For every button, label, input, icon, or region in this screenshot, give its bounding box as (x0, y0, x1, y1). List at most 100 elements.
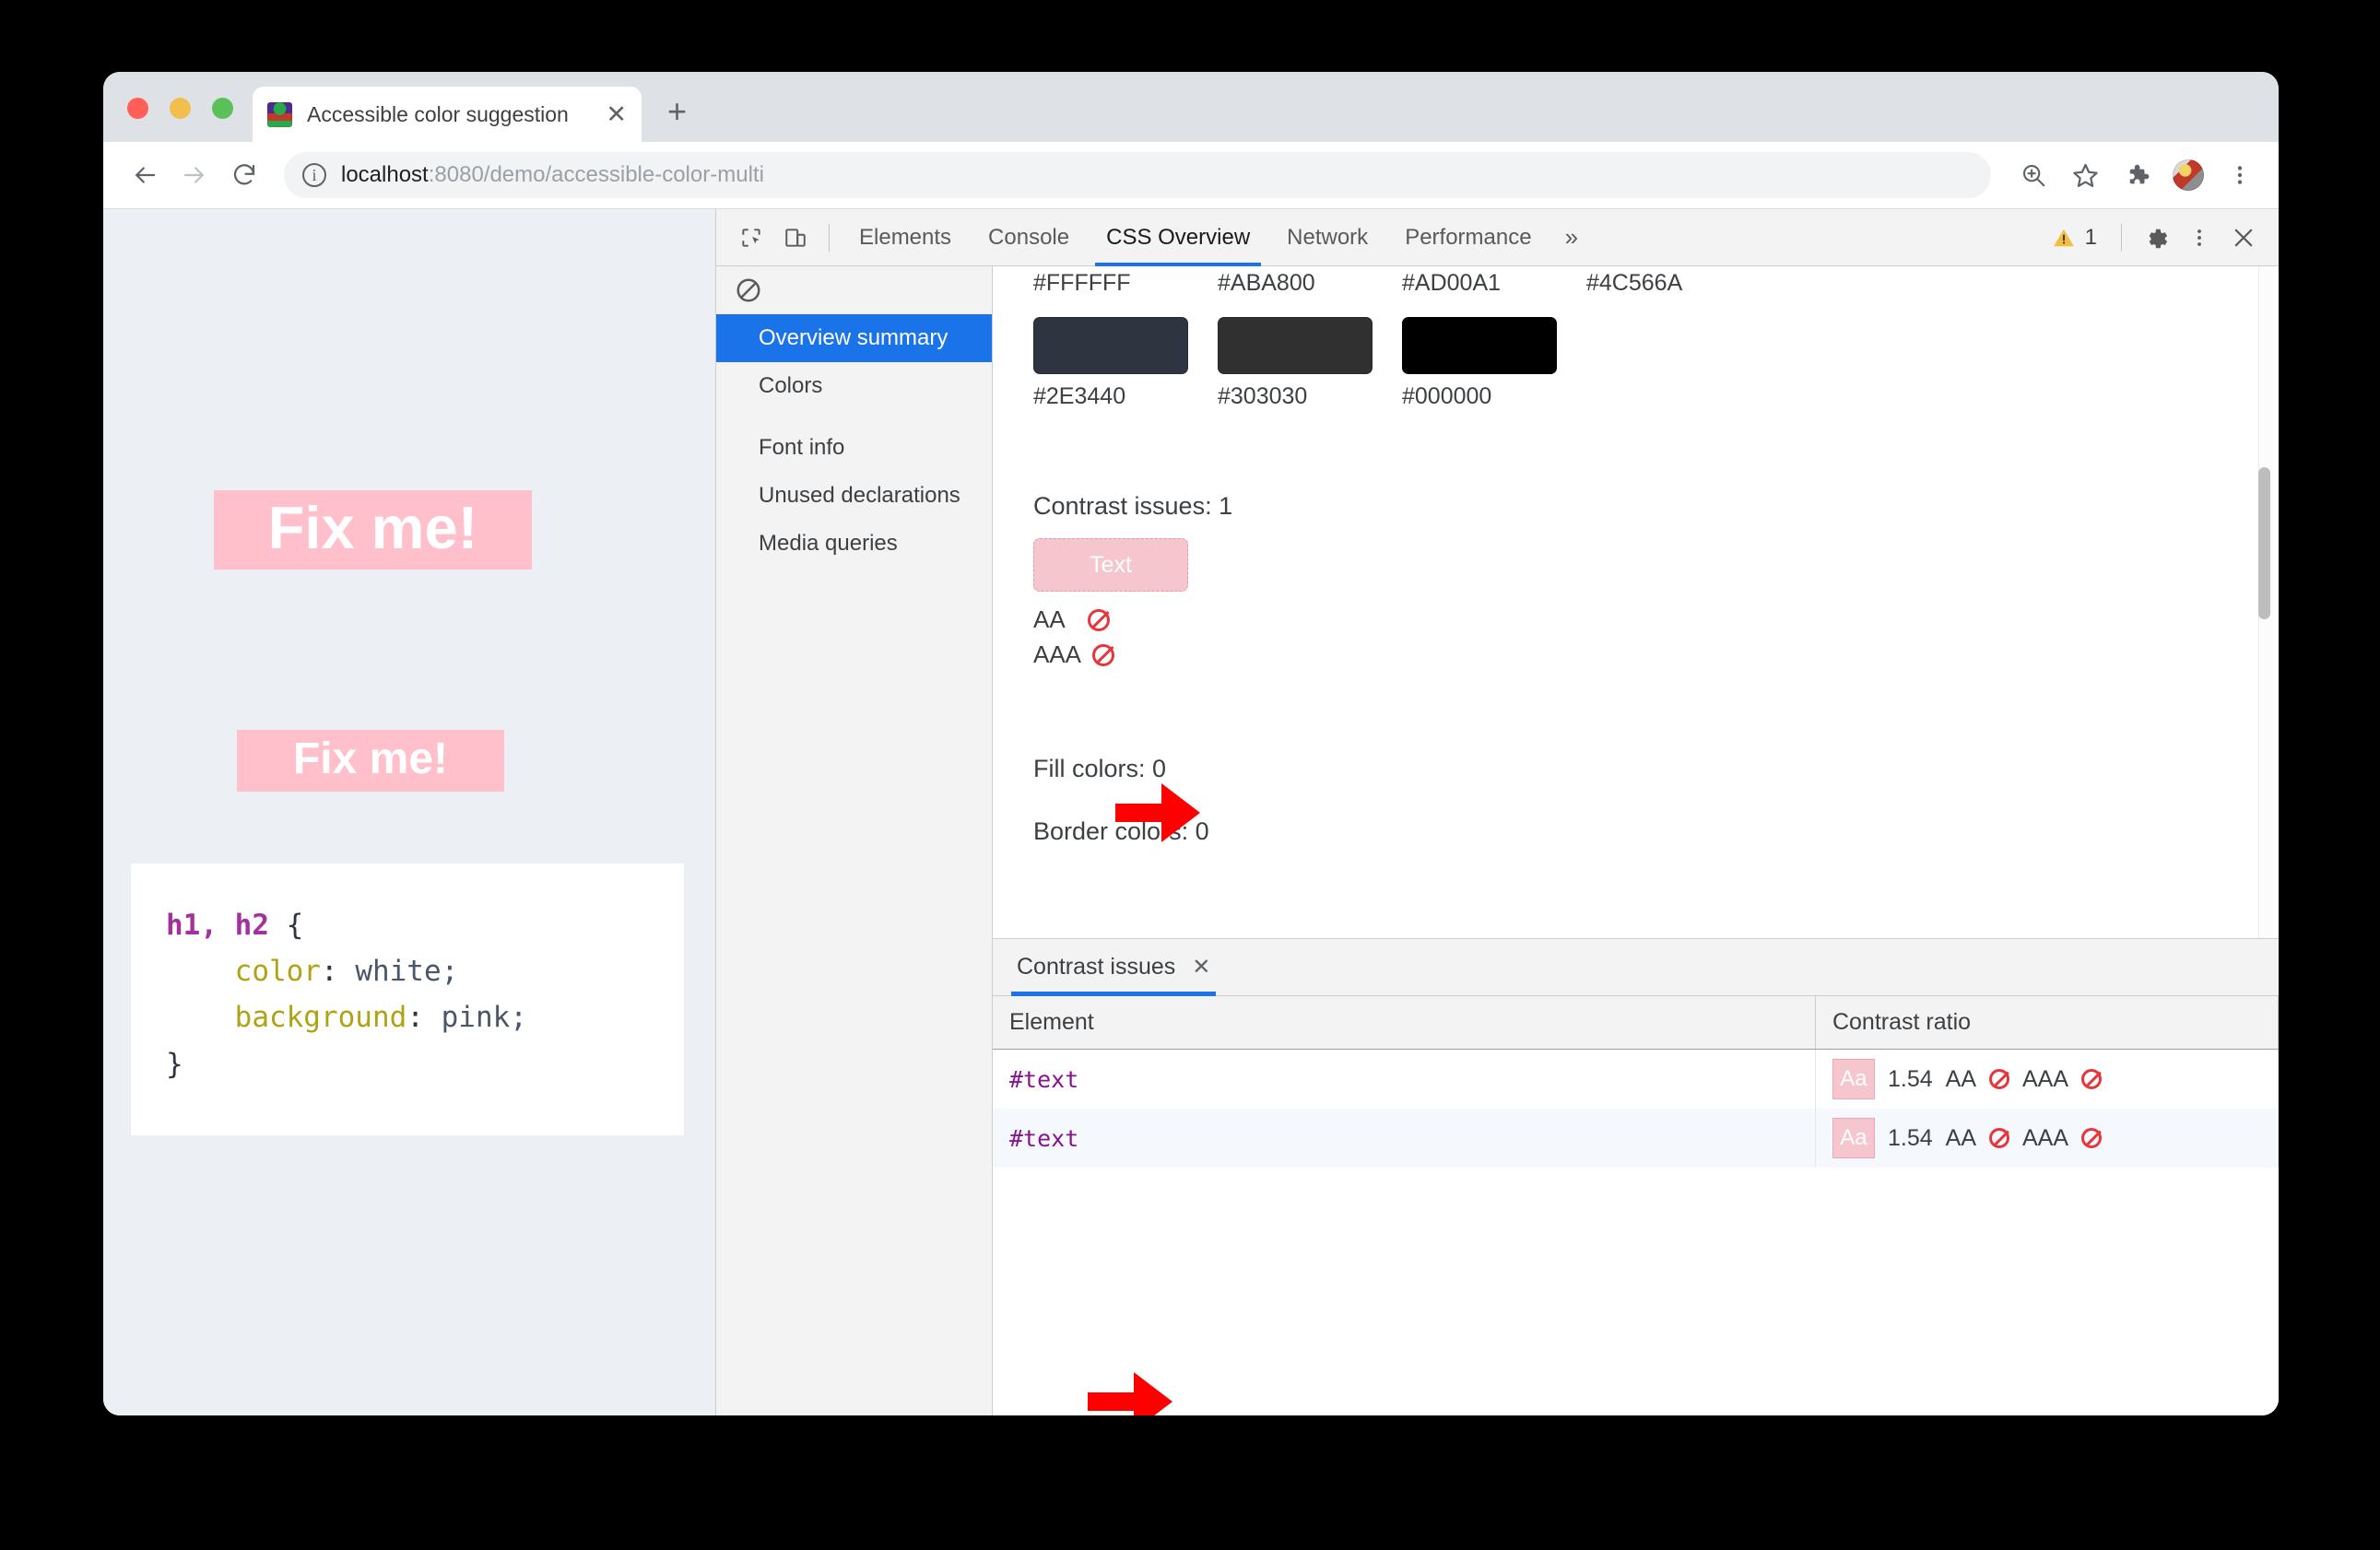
extensions-puzzle-icon[interactable] (2111, 149, 2162, 201)
column-header-element[interactable]: Element (993, 996, 1816, 1050)
browser-tab-strip: Accessible color suggestion ✕ + (103, 72, 2279, 142)
contrast-text-sample[interactable]: Text (1033, 538, 1188, 592)
sidebar-item-unused-declarations[interactable]: Unused declarations (716, 472, 992, 520)
forward-icon[interactable] (170, 150, 219, 200)
tab-title: Accessible color suggestion (307, 101, 569, 126)
bookmark-star-icon[interactable] (2059, 149, 2111, 201)
tab-console[interactable]: Console (970, 209, 1088, 266)
contrast-issues-table: Element Contrast ratio #text Aa 1.54 AA … (993, 996, 2279, 1168)
avatar-image (2173, 159, 2204, 191)
contrast-preview-swatch: Aa (1832, 1118, 1875, 1158)
swatch-row-top: #FFFFFF #ABA800 #AD00A1 #4C566A (1033, 266, 2047, 297)
address-bar[interactable]: i localhost:8080/demo/accessible-color-m… (284, 152, 1991, 198)
zoom-in-icon[interactable] (2008, 149, 2059, 201)
color-hex-label: #FFFFFF (1033, 270, 1131, 296)
table-row[interactable]: #text Aa 1.54 AA AAA (993, 1049, 2279, 1109)
color-swatch-cell[interactable]: #000000 (1402, 317, 1559, 410)
devtools-menu-icon[interactable] (2177, 217, 2221, 259)
fail-icon (2081, 1069, 2103, 1089)
color-hex-label: #303030 (1218, 383, 1308, 409)
color-swatch-cell[interactable]: #AD00A1 (1402, 266, 1559, 297)
browser-tab[interactable]: Accessible color suggestion ✕ (253, 87, 642, 142)
avatar[interactable] (2162, 149, 2214, 201)
code-sample-card: h1, h2 { color: white; background: pink;… (131, 863, 684, 1135)
aa-label: AA (1945, 1065, 1976, 1092)
viewport-and-devtools: Fix me! Fix me! h1, h2 { color: white; b… (103, 208, 2279, 1415)
contrast-issues-count: Contrast issues: 1 (1033, 492, 1233, 520)
code-value-white: white; (355, 955, 459, 989)
close-icon[interactable]: ✕ (606, 101, 627, 127)
table-header-row: Element Contrast ratio (993, 996, 2279, 1050)
dinosaur-favicon (267, 101, 292, 127)
fail-icon (1087, 608, 1110, 631)
code-value-pink: pink; (441, 1001, 527, 1035)
overview-scrollbar-thumb[interactable] (2258, 467, 2270, 619)
close-icon[interactable]: ✕ (1192, 954, 1210, 980)
arrow-pointing-to-text-sample (1115, 783, 1200, 842)
address-bar-url: localhost:8080/demo/accessible-color-mul… (341, 162, 764, 188)
fail-icon (2081, 1128, 2103, 1148)
maximize-window-button[interactable] (212, 98, 233, 119)
device-toolbar-icon[interactable] (773, 217, 818, 259)
color-swatch-cell[interactable]: #FFFFFF (1033, 266, 1190, 297)
color-swatch-cell[interactable]: #ABA800 (1218, 266, 1374, 297)
color-swatch-cell[interactable]: #303030 (1218, 317, 1374, 410)
browser-toolbar: i localhost:8080/demo/accessible-color-m… (103, 142, 2279, 208)
css-code-block: h1, h2 { color: white; background: pink;… (131, 863, 684, 1087)
close-icon[interactable] (2221, 217, 2266, 259)
toolbar-divider (829, 223, 830, 252)
aaa-label: AAA (1033, 640, 1082, 668)
cell-element[interactable]: #text (993, 1049, 1816, 1109)
url-host: localhost (341, 162, 429, 187)
color-hex-label: #2E3440 (1033, 383, 1126, 409)
color-chip[interactable] (1402, 317, 1557, 374)
color-chip[interactable] (1218, 317, 1373, 374)
warning-badge[interactable]: 1 (2039, 225, 2110, 251)
site-info-icon[interactable]: i (302, 163, 326, 187)
page-viewport: Fix me! Fix me! h1, h2 { color: white; b… (103, 209, 715, 1415)
sidebar-item-font-info[interactable]: Font info (716, 424, 992, 472)
code-colon-1: : (320, 955, 356, 989)
tab-network[interactable]: Network (1268, 209, 1386, 266)
column-header-contrast-ratio[interactable]: Contrast ratio (1815, 996, 2279, 1050)
color-chip[interactable] (1033, 317, 1188, 374)
code-property-background: background (234, 1001, 407, 1035)
color-hex-label: #AD00A1 (1402, 270, 1502, 296)
fail-icon (1989, 1128, 2009, 1148)
color-swatch-cell[interactable]: #4C566A (1586, 266, 1743, 297)
toolbar-divider-2 (2121, 223, 2122, 252)
cell-contrast-ratio: Aa 1.54 AA AAA (1815, 1109, 2279, 1168)
gear-icon[interactable] (2133, 217, 2177, 259)
tab-performance[interactable]: Performance (1386, 209, 1549, 266)
new-tab-button[interactable]: + (667, 94, 687, 127)
table-row[interactable]: #text Aa 1.54 AA AAA (993, 1109, 2279, 1168)
cell-element[interactable]: #text (993, 1109, 1816, 1168)
more-tabs-icon[interactable]: » (1550, 223, 1593, 252)
tab-css-overview[interactable]: CSS Overview (1088, 209, 1268, 266)
color-hex-label: #000000 (1402, 383, 1492, 409)
sidebar-item-media-queries[interactable]: Media queries (716, 520, 992, 568)
code-selectors: h1, h2 (166, 909, 269, 942)
clear-overview-icon[interactable] (735, 276, 762, 304)
color-swatch-cell[interactable]: #2E3440 (1033, 317, 1190, 410)
tab-elements[interactable]: Elements (841, 209, 970, 266)
browser-menu-icon[interactable] (2214, 149, 2266, 201)
back-icon[interactable] (120, 150, 170, 200)
contrast-preview-swatch: Aa (1832, 1059, 1875, 1099)
window-traffic-lights (127, 98, 233, 119)
devtools-toolbar-actions: 1 (2039, 217, 2279, 259)
color-swatch-grid: #FFFFFF #ABA800 #AD00A1 #4C566A #2E3440 … (1033, 266, 2047, 430)
inspect-element-icon[interactable] (729, 217, 773, 259)
aa-result-row: AA (1033, 605, 1110, 634)
drawer-tab-contrast-issues[interactable]: Contrast issues ✕ (1011, 939, 1217, 996)
browser-window: Accessible color suggestion ✕ + i localh… (103, 72, 2279, 1415)
fail-icon (1989, 1069, 2009, 1089)
reload-icon[interactable] (219, 150, 269, 200)
minimize-window-button[interactable] (170, 98, 191, 119)
drawer-tabbar: Contrast issues ✕ (993, 939, 2279, 996)
sidebar-item-overview-summary[interactable]: Overview summary (716, 314, 992, 362)
close-window-button[interactable] (127, 98, 148, 119)
code-open-brace: { (268, 909, 304, 942)
sidebar-item-colors[interactable]: Colors (716, 362, 992, 410)
